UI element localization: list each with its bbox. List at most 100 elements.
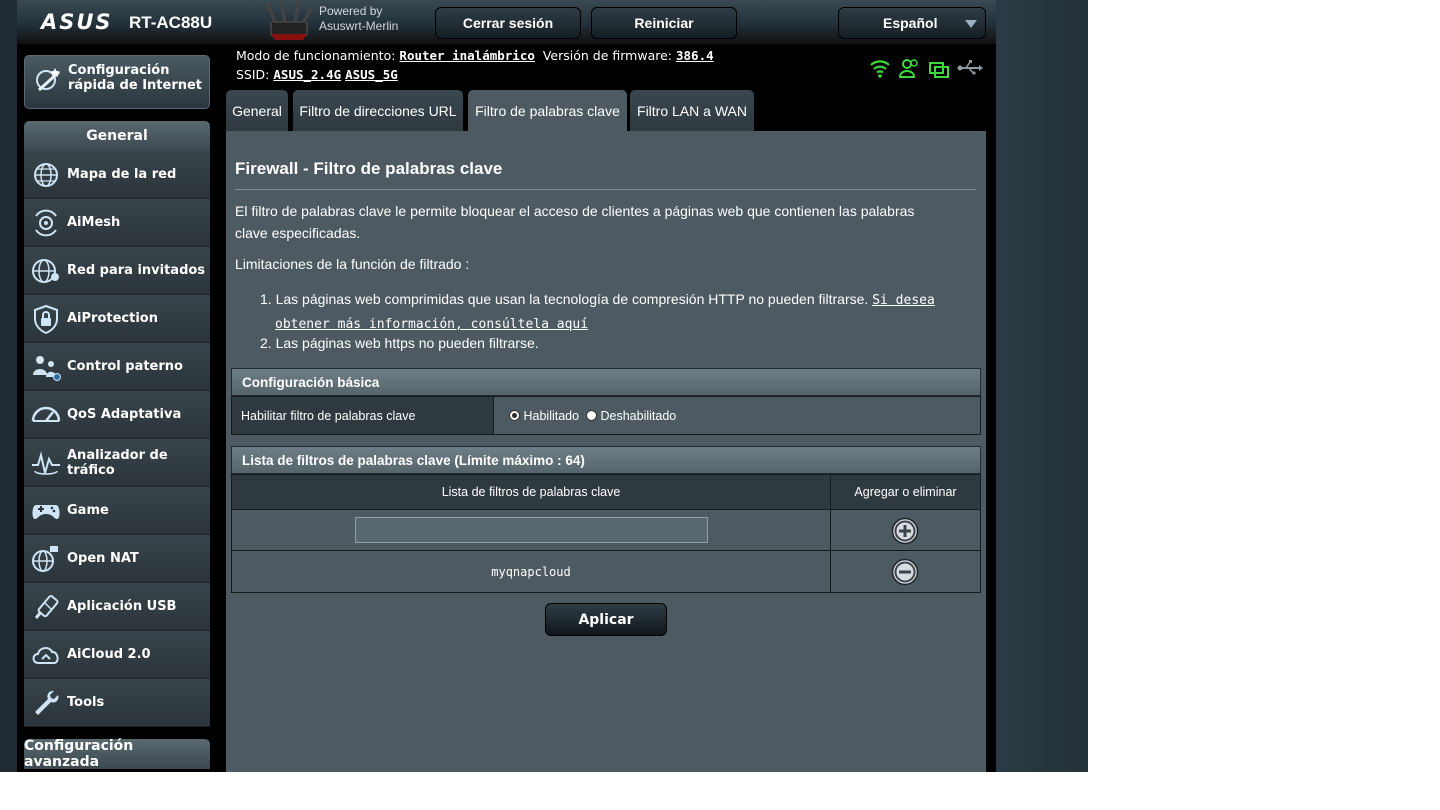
language-value: Español	[883, 15, 938, 31]
ssid-24g-link[interactable]: ASUS_2.4G	[273, 67, 341, 82]
sidebar-menu: Mapa de la red AiMesh Red para invitados…	[24, 151, 210, 727]
tab-lan-to-wan-filter[interactable]: Filtro LAN a WAN	[630, 90, 754, 131]
sidebar-item-game[interactable]: Game	[24, 487, 210, 535]
quick-setup-label: Configuración rápida de Internet	[68, 63, 202, 93]
col-keyword-header: Lista de filtros de palabras clave	[231, 474, 831, 510]
radio-enabled[interactable]: Habilitado	[509, 409, 579, 423]
sidebar-item-parental-control[interactable]: Control paterno	[24, 343, 210, 391]
top-header: ASUS RT-AC88U Powered by Asuswrt-Merlin …	[17, 0, 996, 45]
traffic-analyzer-icon	[32, 451, 60, 475]
devices-icon[interactable]	[928, 57, 950, 79]
model-name: RT-AC88U	[129, 13, 213, 32]
apply-button[interactable]: Aplicar	[545, 603, 667, 636]
aiprotection-icon	[34, 304, 58, 335]
sidebar-item-label: Tools	[67, 695, 105, 710]
magic-wand-icon	[36, 68, 61, 92]
quick-internet-setup-button[interactable]: Configuración rápida de Internet	[24, 55, 210, 109]
tab-general[interactable]: General	[226, 90, 288, 131]
quick-setup-line1: Configuración	[68, 63, 170, 78]
sidebar-item-label: AiCloud 2.0	[67, 647, 151, 662]
page-background	[996, 0, 1088, 772]
status-info-bar: Modo de funcionamiento: Router inalámbri…	[236, 46, 714, 84]
parental-control-icon	[33, 356, 61, 381]
sidebar-item-tools[interactable]: Tools	[24, 679, 210, 727]
guest-network-icon	[32, 259, 59, 283]
remove-circle-icon[interactable]	[891, 558, 919, 586]
sidebar-item-guest-network[interactable]: Red para invitados	[24, 247, 210, 295]
sidebar-item-label: Game	[67, 503, 109, 518]
usb-icon[interactable]	[957, 57, 983, 79]
tab-keyword-filter[interactable]: Filtro de palabras clave	[468, 90, 627, 131]
ssid-label: SSID:	[236, 67, 270, 82]
status-icons	[867, 57, 987, 79]
sidebar-item-label: Open NAT	[67, 551, 139, 566]
logout-button[interactable]: Cerrar sesión	[435, 7, 581, 39]
powered-by: Powered by Asuswrt-Merlin	[319, 4, 398, 34]
operation-mode-label: Modo de funcionamiento:	[236, 48, 396, 63]
sidebar-item-aimesh[interactable]: AiMesh	[24, 199, 210, 247]
sidebar-item-label: Red para invitados	[67, 263, 206, 278]
tab-url-filter[interactable]: Filtro de direcciones URL	[293, 90, 463, 131]
gamepad-icon	[32, 505, 60, 519]
limitations-title: Limitaciones de la función de filtrado :	[235, 256, 470, 272]
title-divider	[235, 189, 976, 190]
radio-disabled[interactable]: Deshabilitado	[586, 409, 676, 423]
advanced-settings-header: Configuración avanzada	[24, 738, 210, 770]
ssid-5g-link[interactable]: ASUS_5G	[345, 67, 398, 82]
new-keyword-input[interactable]	[355, 517, 708, 543]
operation-mode-row: Modo de funcionamiento: Router inalámbri…	[236, 46, 714, 65]
browser-viewport: ASUS RT-AC88U Powered by Asuswrt-Merlin …	[0, 0, 1088, 772]
sidebar-item-usb-application[interactable]: Aplicación USB	[24, 583, 210, 631]
sidebar-item-adaptive-qos[interactable]: QoS Adaptativa	[24, 391, 210, 439]
add-circle-icon[interactable]	[891, 517, 919, 545]
aicloud-icon	[32, 647, 59, 664]
ssid-row: SSID: ASUS_2.4G ASUS_5G	[236, 65, 714, 84]
radio-disabled-dot[interactable]	[586, 410, 597, 421]
page-title: Firewall - Filtro de palabras clave	[235, 159, 503, 178]
sidebar-item-traffic-analyzer[interactable]: Analizador de tráfico	[24, 439, 210, 487]
wrench-icon	[35, 690, 59, 715]
new-keyword-cell	[231, 509, 831, 551]
language-select[interactable]: Español	[838, 7, 986, 39]
sidebar-item-aiprotection[interactable]: AiProtection	[24, 295, 210, 343]
router-admin-frame: ASUS RT-AC88U Powered by Asuswrt-Merlin …	[17, 0, 996, 772]
firmware-version-link[interactable]: 386.4	[676, 48, 714, 63]
enable-filter-options: Habilitado Deshabilitado	[493, 396, 981, 435]
firmware-label: Versión de firmware:	[542, 48, 673, 63]
col-action-header: Agregar o eliminar	[830, 474, 981, 510]
sidebar-item-aicloud[interactable]: AiCloud 2.0	[24, 631, 210, 679]
sidebar-item-network-map[interactable]: Mapa de la red	[24, 151, 210, 199]
limitation-1-text: 1. Las páginas web comprimidas que usan …	[260, 291, 873, 307]
sidebar-item-open-nat[interactable]: Open NAT	[24, 535, 210, 583]
powered-by-line1: Powered by	[319, 4, 383, 18]
open-nat-icon	[32, 546, 58, 572]
enable-filter-label-cell: Habilitar filtro de palabras clave	[231, 396, 494, 435]
chevron-down-icon	[965, 20, 977, 28]
qos-gauge-icon	[31, 406, 61, 422]
wifi-icon[interactable]	[869, 57, 891, 79]
powered-by-line2: Asuswrt-Merlin	[319, 19, 399, 33]
usb-app-icon	[34, 595, 59, 619]
add-cell	[830, 509, 981, 551]
enable-filter-label: Habilitar filtro de palabras clave	[241, 409, 416, 423]
remove-cell	[830, 550, 981, 593]
sidebar-item-label: Mapa de la red	[67, 167, 177, 182]
sidebar-item-label: Analizador de tráfico	[67, 447, 168, 478]
radio-enabled-label: Habilitado	[523, 409, 580, 423]
reboot-button[interactable]: Reiniciar	[591, 7, 737, 39]
aimesh-icon	[35, 209, 57, 237]
general-section-header: General	[24, 121, 210, 151]
basic-config-header: Configuración básica	[231, 368, 981, 396]
limitation-item-2: 2. Las páginas web https no pueden filtr…	[260, 335, 539, 351]
sidebar-item-label: Control paterno	[67, 359, 183, 374]
sidebar-item-label: QoS Adaptativa	[67, 407, 182, 422]
router-image-icon	[265, 0, 315, 40]
network-map-icon	[34, 163, 58, 187]
operation-mode-link[interactable]: Router inalámbrico	[399, 48, 534, 63]
main-panel: Firewall - Filtro de palabras clave El f…	[226, 131, 986, 772]
sidebar-item-label: AiMesh	[67, 215, 121, 230]
clients-icon[interactable]	[898, 57, 920, 79]
keyword-list-header: Lista de filtros de palabras clave (Lími…	[231, 446, 981, 474]
radio-enabled-dot[interactable]	[509, 410, 520, 421]
sidebar-item-label: Aplicación USB	[67, 599, 177, 614]
